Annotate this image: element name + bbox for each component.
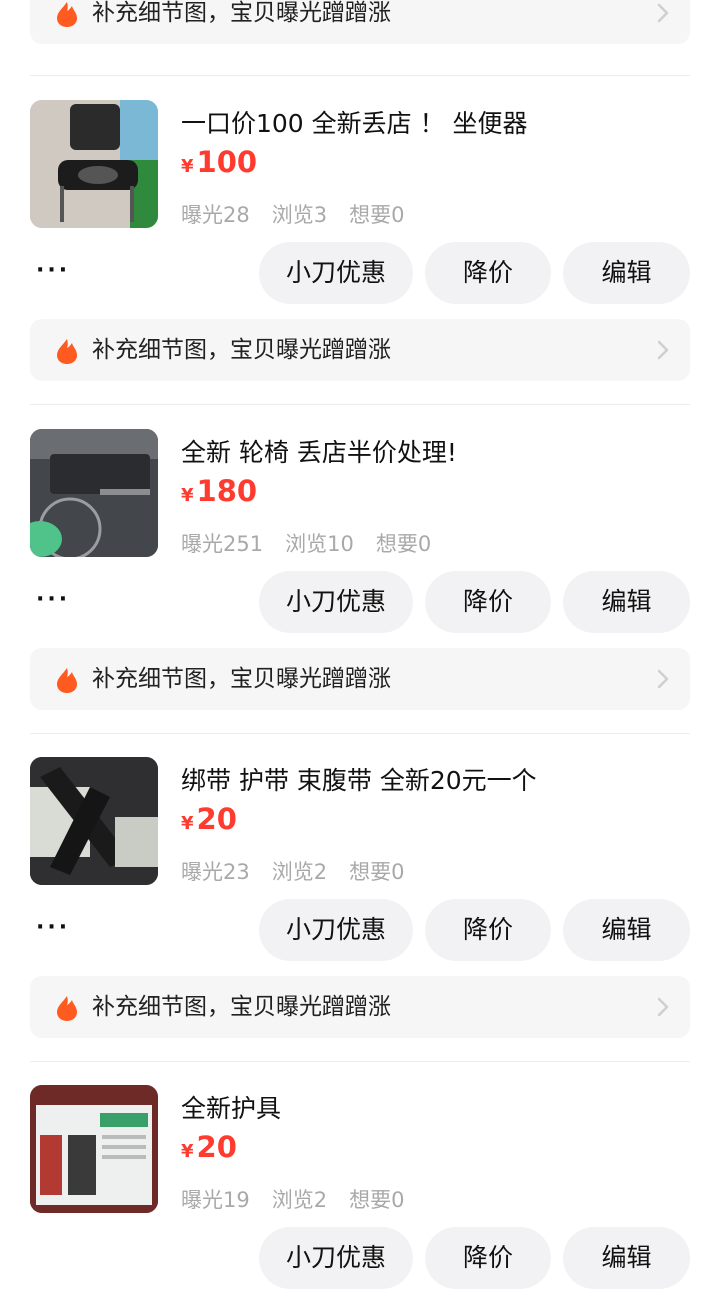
discount-button[interactable]: 小刀优惠 <box>259 571 413 633</box>
chevron-right-icon <box>657 340 669 360</box>
chevron-right-icon <box>657 3 669 23</box>
product-stats: 曝光28 浏览3 想要0 <box>181 199 426 229</box>
product-thumbnail-commode-chair[interactable] <box>30 100 158 228</box>
edit-button[interactable]: 编辑 <box>563 1227 690 1289</box>
product-thumbnail-protective-gear[interactable] <box>30 1085 158 1213</box>
tip-text: 补充细节图，宝贝曝光蹭蹭涨 <box>92 0 391 26</box>
divider <box>30 75 690 76</box>
exposure-count: 曝光251 <box>181 532 264 556</box>
product-stats: 曝光23 浏览2 想要0 <box>181 856 426 886</box>
product-stats: 曝光251 浏览10 想要0 <box>181 528 453 558</box>
divider <box>30 404 690 405</box>
flame-icon <box>57 2 77 27</box>
views-count: 浏览10 <box>285 532 354 556</box>
edit-button[interactable]: 编辑 <box>563 571 690 633</box>
edit-button[interactable]: 编辑 <box>563 899 690 961</box>
product-price: ¥20 <box>181 802 237 836</box>
views-count: 浏览3 <box>271 203 328 227</box>
discount-button[interactable]: 小刀优惠 <box>259 1227 413 1289</box>
views-count: 浏览2 <box>271 1188 328 1212</box>
wants-count: 想要0 <box>349 860 405 884</box>
product-title[interactable]: 绑带 护带 束腹带 全新20元一个 <box>181 761 537 797</box>
tip-text: 补充细节图，宝贝曝光蹭蹭涨 <box>92 666 391 692</box>
product-title[interactable]: 全新 轮椅 丢店半价处理! <box>181 433 457 469</box>
product-price: ¥180 <box>181 474 258 508</box>
product-thumbnail-wheelchair[interactable] <box>30 429 158 557</box>
reduce-price-button[interactable]: 降价 <box>425 242 551 304</box>
product-thumbnail-support-belt[interactable] <box>30 757 158 885</box>
discount-button[interactable]: 小刀优惠 <box>259 242 413 304</box>
wants-count: 想要0 <box>375 532 432 556</box>
tip-bar[interactable]: 补充细节图，宝贝曝光蹭蹭涨 <box>30 976 690 1038</box>
tip-text: 补充细节图，宝贝曝光蹭蹭涨 <box>92 337 391 363</box>
tip-bar[interactable]: 补充细节图，宝贝曝光蹭蹭涨 <box>30 648 690 710</box>
product-title[interactable]: 一口价100 全新丢店 ！ 坐便器 <box>181 104 528 140</box>
more-options-button[interactable]: ··· <box>36 587 70 612</box>
tip-bar[interactable]: 补充细节图，宝贝曝光蹭蹭涨 <box>30 319 690 381</box>
flame-icon <box>57 339 77 364</box>
exposure-count: 曝光28 <box>181 203 250 227</box>
divider <box>30 1061 690 1062</box>
chevron-right-icon <box>657 669 669 689</box>
product-stats: 曝光19 浏览2 想要0 <box>181 1184 426 1214</box>
reduce-price-button[interactable]: 降价 <box>425 571 551 633</box>
exposure-count: 曝光19 <box>181 1188 250 1212</box>
product-title[interactable]: 全新护具 <box>181 1089 281 1125</box>
more-options-button[interactable]: ··· <box>36 258 70 283</box>
reduce-price-button[interactable]: 降价 <box>425 899 551 961</box>
product-price: ¥20 <box>181 1130 237 1164</box>
exposure-count: 曝光23 <box>181 860 250 884</box>
divider <box>30 733 690 734</box>
views-count: 浏览2 <box>271 860 328 884</box>
flame-icon <box>57 668 77 693</box>
tip-bar[interactable]: 补充细节图，宝贝曝光蹭蹭涨 <box>30 0 690 44</box>
flame-icon <box>57 996 77 1021</box>
wants-count: 想要0 <box>349 1188 405 1212</box>
chevron-right-icon <box>657 997 669 1017</box>
wants-count: 想要0 <box>349 203 405 227</box>
tip-text: 补充细节图，宝贝曝光蹭蹭涨 <box>92 994 391 1020</box>
reduce-price-button[interactable]: 降价 <box>425 1227 551 1289</box>
discount-button[interactable]: 小刀优惠 <box>259 899 413 961</box>
more-options-button[interactable]: ··· <box>36 915 70 940</box>
product-price: ¥100 <box>181 145 258 179</box>
edit-button[interactable]: 编辑 <box>563 242 690 304</box>
